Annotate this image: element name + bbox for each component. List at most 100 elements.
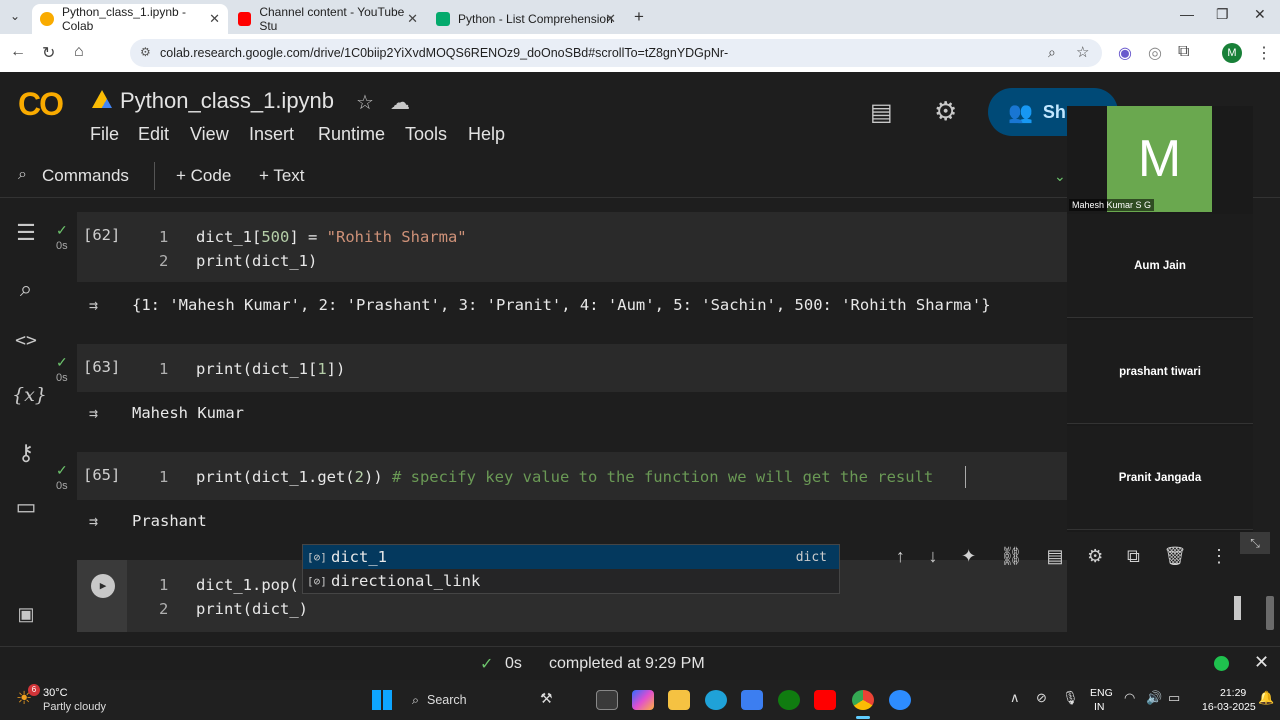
close-tab-icon[interactable]: ✕ (209, 11, 220, 27)
new-tab-icon[interactable]: + (634, 7, 644, 27)
code-cell[interactable]: [65] 1 print(dict_1.get(2)) # specify ke… (77, 452, 1067, 500)
add-comment-icon[interactable]: ▤ (1046, 546, 1063, 567)
commands-button[interactable]: Commands (42, 166, 129, 186)
microsoft-store-icon[interactable] (741, 690, 763, 710)
menu-tools[interactable]: Tools (405, 124, 447, 145)
volume-icon[interactable]: 🔊 (1146, 690, 1162, 706)
menu-help[interactable]: Help (468, 124, 505, 145)
colab-logo[interactable]: CO (18, 86, 64, 123)
presenter-tile[interactable]: M (1107, 106, 1212, 212)
run-cell-button[interactable]: ▶ (91, 574, 115, 598)
site-info-icon[interactable]: ⚙ (140, 45, 151, 59)
gemini-sparkle-icon[interactable]: ✦ (961, 546, 976, 567)
language-top[interactable]: ENG (1090, 687, 1113, 699)
menu-edit[interactable]: Edit (138, 124, 169, 145)
participant-tile[interactable]: Pranit Jangada (1067, 426, 1253, 530)
close-tab-icon[interactable]: ✕ (407, 11, 418, 27)
status-check-icon: ✓ (480, 656, 494, 673)
taskbar-search[interactable]: ⌕ Search (404, 687, 528, 713)
tab-youtube[interactable]: Channel content - YouTube Stu ✕ (230, 4, 426, 34)
reload-icon[interactable]: ↻ (42, 43, 55, 63)
notifications-bell-icon[interactable]: 🔔 (1258, 690, 1274, 706)
cell-output: ⇉ Mahesh Kumar (77, 394, 1067, 438)
window-close-icon[interactable]: ✕ (1254, 6, 1266, 23)
extensions-puzzle-icon[interactable]: ⧉ (1178, 43, 1189, 61)
runtime-status-chevron-icon[interactable]: ⌄ (1054, 168, 1066, 185)
tab-w3schools[interactable]: Python - List Comprehension ✕ (428, 4, 624, 34)
xbox-icon[interactable] (778, 690, 800, 710)
autocomplete-item[interactable]: [⊘] dict_1 dict (303, 545, 839, 569)
participant-tile[interactable]: prashant tiwari (1067, 320, 1253, 424)
browser-menu-icon[interactable]: ⋮ (1256, 43, 1272, 63)
cell-settings-icon[interactable]: ⚙ (1087, 546, 1103, 567)
file-explorer-icon[interactable] (668, 690, 690, 710)
code-line: dict_1[500] = "Rohith Sharma" (196, 228, 467, 246)
output-actions-icon[interactable]: ⇉ (89, 512, 98, 530)
back-icon[interactable]: ← (10, 43, 26, 61)
clock-time[interactable]: 21:29 (1220, 687, 1246, 699)
expand-panel-icon[interactable]: ⤡ (1240, 532, 1270, 554)
microphone-icon[interactable]: 🎙 (1062, 690, 1079, 706)
notebook-title[interactable]: Python_class_1.ipynb (120, 88, 334, 114)
table-of-contents-icon[interactable]: ☰ (12, 220, 40, 246)
code-cell[interactable]: [62] 1 dict_1[500] = "Rohith Sharma" 2 p… (77, 212, 1067, 282)
close-tab-icon[interactable]: ✕ (605, 11, 616, 27)
autocomplete-item[interactable]: [⊘] directional_link (303, 569, 839, 593)
menu-view[interactable]: View (190, 124, 229, 145)
comments-icon[interactable]: ▤ (870, 98, 893, 127)
zoom-app-icon[interactable] (889, 690, 911, 710)
zoom-icon[interactable]: ⌕ (1048, 44, 1056, 61)
delete-cell-icon[interactable]: 🗑 (1164, 546, 1187, 567)
bookmark-star-icon[interactable]: ☆ (1076, 43, 1089, 61)
move-cell-up-icon[interactable]: ↑ (896, 546, 905, 567)
status-message[interactable]: completed at 9:29 PM (549, 655, 705, 673)
star-notebook-icon[interactable]: ☆ (356, 90, 374, 115)
output-actions-icon[interactable]: ⇉ (89, 296, 98, 314)
scrollbar-thumb[interactable] (1266, 596, 1274, 630)
extension-icon[interactable]: ◎ (1148, 43, 1162, 63)
youtube-app-icon[interactable] (814, 690, 836, 710)
variables-icon[interactable]: {x} (12, 384, 47, 406)
menu-insert[interactable]: Insert (249, 124, 294, 145)
more-actions-icon[interactable]: ⋮ (1210, 546, 1228, 567)
tab-colab[interactable]: Python_class_1.ipynb - Colab ✕ (32, 4, 228, 34)
settings-gear-icon[interactable]: ⚙ (934, 96, 957, 127)
output-actions-icon[interactable]: ⇉ (89, 404, 98, 422)
link-to-cell-icon[interactable]: ⛓ (1000, 546, 1023, 567)
menu-runtime[interactable]: Runtime (318, 124, 385, 145)
address-bar[interactable]: ⚙ colab.research.google.com/drive/1C0bii… (130, 39, 1102, 67)
code-cell[interactable]: [63] 1 print(dict_1[1]) (77, 344, 1067, 392)
profile-avatar[interactable]: M (1222, 43, 1242, 63)
add-code-button[interactable]: + Code (176, 166, 231, 186)
windows-start-icon[interactable] (372, 690, 392, 710)
cell-toolbar: ↑ ↓ ✦ ⛓ ▤ ⚙ ⧉ 🗑 ⋮ (884, 540, 1240, 572)
home-icon[interactable]: ⌂ (74, 43, 84, 61)
minimize-icon[interactable]: — (1180, 6, 1194, 22)
wifi-icon[interactable]: ◠ (1124, 690, 1135, 706)
tab-title: Channel content - YouTube Stu (259, 5, 405, 33)
files-folder-icon[interactable]: ▭ (12, 494, 40, 520)
find-replace-icon[interactable]: ⌕ (12, 276, 40, 302)
battery-icon[interactable]: ▭ (1168, 690, 1180, 706)
participant-tile[interactable]: Aum Jain (1067, 214, 1253, 318)
move-cell-down-icon[interactable]: ↓ (929, 546, 938, 567)
search-icon[interactable]: ⌕ (18, 166, 27, 184)
maximize-icon[interactable]: ❐ (1216, 6, 1229, 23)
terminal-icon[interactable]: ▣ (12, 604, 40, 625)
edge-browser-icon[interactable] (705, 690, 727, 710)
menu-file[interactable]: File (90, 124, 119, 145)
task-view-icon[interactable] (596, 690, 618, 710)
tab-search-icon[interactable]: ⌄ (10, 9, 20, 23)
secrets-key-icon[interactable]: ⚷ (12, 440, 40, 466)
tray-app-icon[interactable]: ⊘ (1036, 690, 1047, 706)
copilot-app-icon[interactable] (632, 690, 654, 710)
search-highlight-icon[interactable]: ⚒ (540, 690, 553, 707)
extension-copilot-icon[interactable]: ◉ (1118, 43, 1132, 63)
mirror-cell-icon[interactable]: ⧉ (1127, 546, 1140, 567)
code-snippets-icon[interactable]: <> (12, 330, 40, 351)
tray-overflow-icon[interactable]: ∧ (1010, 690, 1020, 706)
close-status-icon[interactable]: ✕ (1254, 652, 1269, 673)
weather-temp[interactable]: 30°C (43, 687, 68, 699)
chrome-app-icon[interactable] (852, 690, 874, 710)
add-text-button[interactable]: + Text (259, 166, 305, 186)
